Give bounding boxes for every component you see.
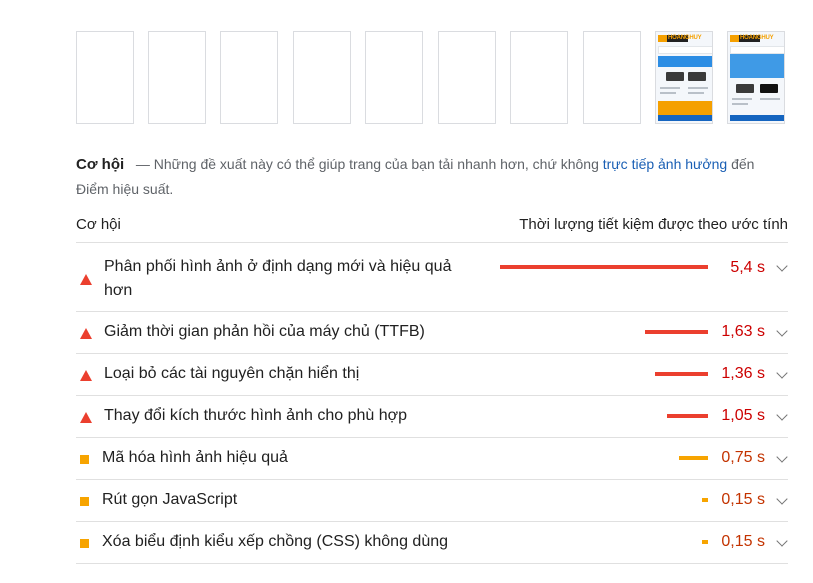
- opportunity-label: Rút gọn JavaScript: [102, 491, 238, 508]
- opportunities-description: Những đề xuất này có thể giúp trang của …: [153, 156, 599, 172]
- savings-bar: [655, 372, 708, 376]
- filmstrip-frame-1: [76, 31, 134, 124]
- warning-triangle-icon: [80, 412, 92, 423]
- warning-triangle-icon: [80, 370, 92, 381]
- filmstrip-frame-5: [365, 31, 423, 124]
- opportunity-label: Loại bỏ các tài nguyên chặn hiển thị: [104, 365, 360, 382]
- savings-bar: [500, 265, 708, 269]
- chevron-down-icon[interactable]: [776, 260, 788, 272]
- savings-value: 1,05 s: [721, 407, 765, 424]
- column-opportunity: Cơ hội: [76, 216, 121, 233]
- savings-bar: [702, 540, 708, 544]
- savings-bar: [702, 498, 708, 502]
- opportunity-label: Phân phối hình ảnh ở định dạng mới và hi…: [104, 258, 452, 299]
- score-impact-link[interactable]: trực tiếp ảnh hưởng: [603, 156, 727, 172]
- warning-triangle-icon: [80, 274, 92, 285]
- opportunities-column-header: Cơ hội Thời lượng tiết kiệm được theo ướ…: [76, 216, 788, 243]
- opportunity-row-server-response-time[interactable]: Giảm thời gian phản hồi của máy chủ (TTF…: [76, 312, 788, 354]
- savings-bar: [667, 414, 708, 418]
- opportunity-label: Mã hóa hình ảnh hiệu quả: [102, 449, 288, 466]
- filmstrip-frame-6: [438, 31, 496, 124]
- opportunity-label: Giảm thời gian phản hồi của máy chủ (TTF…: [104, 323, 425, 340]
- site-logo: HOANGHUY: [658, 35, 702, 42]
- opportunity-row-unused-css[interactable]: Xóa biểu định kiểu xếp chồng (CSS) không…: [76, 522, 788, 564]
- column-estimated-savings: Thời lượng tiết kiệm được theo ước tính: [519, 216, 788, 233]
- opportunity-row-efficiently-encode-images[interactable]: Mã hóa hình ảnh hiệu quả 0,75 s: [76, 438, 788, 480]
- opportunities-title: Cơ hội: [76, 156, 125, 173]
- savings-value: 1,63 s: [721, 323, 765, 340]
- opportunity-row-minify-javascript[interactable]: Rút gọn JavaScript 0,15 s: [76, 480, 788, 522]
- screenshot-filmstrip: HOANGHUY HOANGHUY: [76, 31, 788, 126]
- chevron-down-icon[interactable]: [776, 451, 788, 463]
- filmstrip-frame-2: [148, 31, 206, 124]
- chevron-down-icon[interactable]: [776, 493, 788, 505]
- average-square-icon: [80, 455, 89, 464]
- chevron-down-icon[interactable]: [776, 409, 788, 421]
- warning-triangle-icon: [80, 328, 92, 339]
- savings-value: 1,36 s: [721, 365, 765, 382]
- opportunity-row-modern-image-formats[interactable]: Phân phối hình ảnh ở định dạng mới và hi…: [76, 243, 788, 312]
- savings-bar: [679, 456, 708, 460]
- opportunity-row-properly-size-images[interactable]: Thay đổi kích thước hình ảnh cho phù hợp…: [76, 396, 788, 438]
- filmstrip-frame-3: [220, 31, 278, 124]
- savings-value: 0,15 s: [721, 491, 765, 508]
- average-square-icon: [80, 539, 89, 548]
- savings-bar: [645, 330, 708, 334]
- filmstrip-frame-9: HOANGHUY: [655, 31, 713, 124]
- chevron-down-icon[interactable]: [776, 535, 788, 547]
- filmstrip-frame-7: [510, 31, 568, 124]
- filmstrip-frame-10: HOANGHUY: [727, 31, 785, 124]
- chevron-down-icon[interactable]: [776, 325, 788, 337]
- title-dash: —: [135, 156, 150, 172]
- savings-value: 0,75 s: [721, 449, 765, 466]
- savings-value: 5,4 s: [730, 259, 765, 276]
- filmstrip-frame-8: [583, 31, 641, 124]
- chevron-down-icon[interactable]: [776, 367, 788, 379]
- site-logo: HOANGHUY: [730, 35, 774, 42]
- opportunities-header: Cơ hội — Những đề xuất này có thể giúp t…: [76, 152, 788, 201]
- average-square-icon: [80, 497, 89, 506]
- opportunity-row-render-blocking-resources[interactable]: Loại bỏ các tài nguyên chặn hiển thị 1,3…: [76, 354, 788, 396]
- savings-value: 0,15 s: [721, 533, 765, 550]
- opportunity-label: Thay đổi kích thước hình ảnh cho phù hợp: [104, 407, 407, 424]
- opportunity-label: Xóa biểu định kiểu xếp chồng (CSS) không…: [102, 533, 449, 550]
- filmstrip-frame-4: [293, 31, 351, 124]
